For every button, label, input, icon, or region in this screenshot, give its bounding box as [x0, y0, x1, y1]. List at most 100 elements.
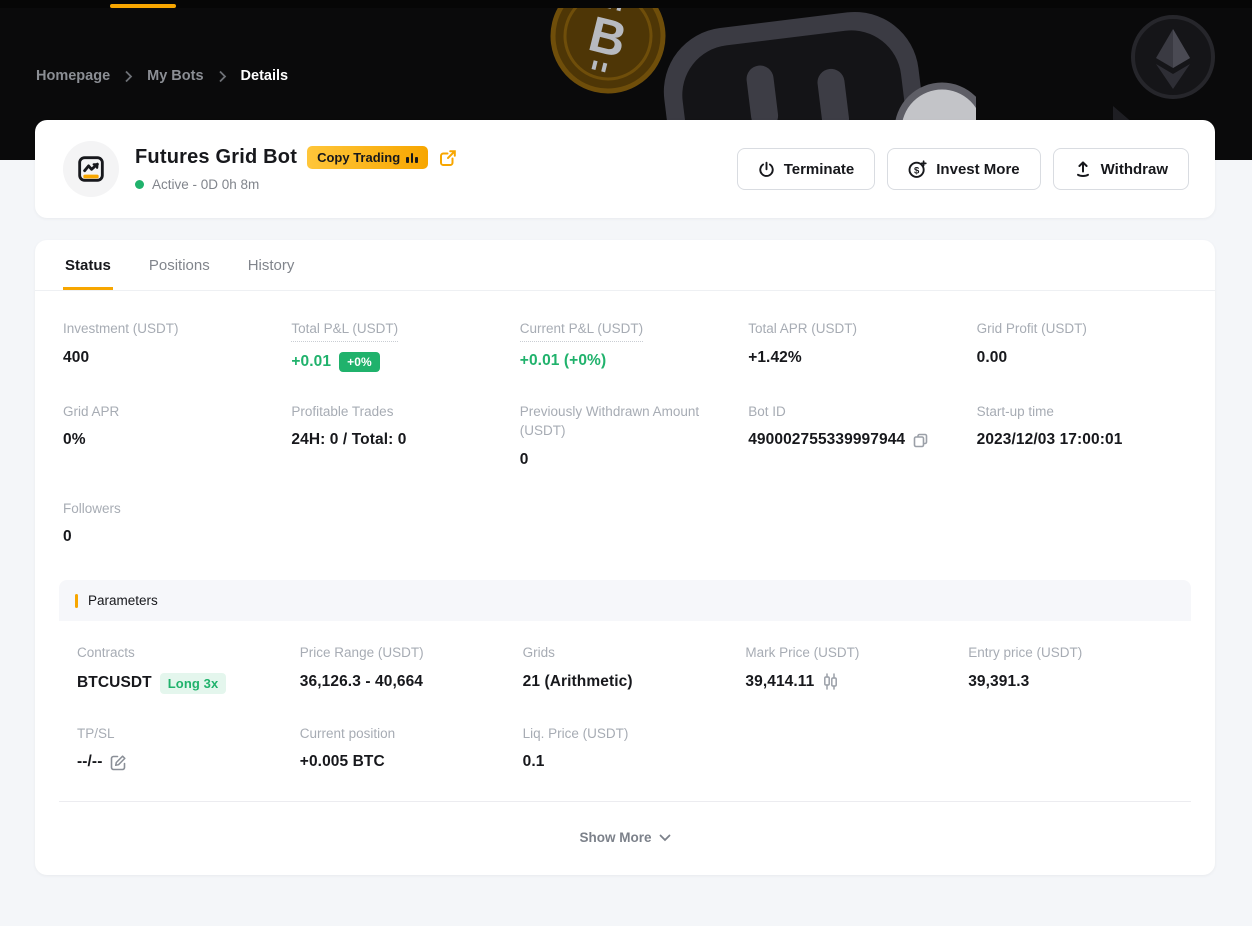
param-value: --/-- — [77, 753, 102, 771]
pnl-percent-badge: +0% — [339, 352, 380, 372]
stat-value: 0 — [520, 451, 730, 469]
copy-icon[interactable] — [913, 433, 928, 448]
parameters-grid: Contracts BTCUSDT Long 3x Price Range (U… — [59, 621, 1191, 802]
withdraw-button-label: Withdraw — [1101, 161, 1168, 178]
stat-grid-profit: Grid Profit (USDT) 0.00 — [977, 319, 1187, 372]
param-label: Price Range (USDT) — [300, 645, 424, 660]
stat-value: 24H: 0 / Total: 0 — [291, 431, 501, 449]
breadcrumb-details: Details — [241, 68, 289, 84]
stat-label: Profitable Trades — [291, 404, 393, 419]
detail-tabs: Status Positions History — [35, 240, 1215, 291]
param-mark-price: Mark Price (USDT) 39,414.11 — [745, 643, 950, 694]
invest-more-button[interactable]: $ Invest More — [887, 148, 1040, 190]
candlestick-chart-icon[interactable] — [822, 673, 839, 690]
param-price-range: Price Range (USDT) 36,126.3 - 40,664 — [300, 643, 505, 694]
param-entry-price: Entry price (USDT) 39,391.3 — [968, 643, 1173, 694]
param-value: 36,126.3 - 40,664 — [300, 673, 505, 691]
bot-status-text: Active - 0D 0h 8m — [152, 177, 259, 192]
stat-profitable-trades: Profitable Trades 24H: 0 / Total: 0 — [291, 402, 501, 469]
param-liq-price: Liq. Price (USDT) 0.1 — [523, 724, 728, 772]
stat-value: 0.00 — [977, 349, 1187, 367]
param-label: Grids — [523, 645, 555, 660]
param-value: +0.005 BTC — [300, 753, 505, 771]
invest-more-button-label: Invest More — [936, 161, 1019, 178]
stat-label: Grid APR — [63, 404, 119, 419]
bot-header-card: Futures Grid Bot Copy Trading Active - 0… — [35, 120, 1215, 218]
stat-total-pnl: Total P&L (USDT) +0.01 +0% — [291, 319, 501, 372]
breadcrumb-separator-icon — [124, 70, 133, 83]
top-nav-strip — [0, 0, 1252, 8]
show-more-button[interactable]: Show More — [35, 830, 1215, 845]
stat-total-apr: Total APR (USDT) +1.42% — [748, 319, 958, 372]
param-current-position: Current position +0.005 BTC — [300, 724, 505, 772]
stat-label-tooltip[interactable]: Current P&L (USDT) — [520, 319, 643, 342]
stat-label: Bot ID — [748, 404, 786, 419]
stat-investment: Investment (USDT) 400 — [63, 319, 273, 372]
stat-value: +1.42% — [748, 349, 958, 367]
chevron-down-icon — [659, 834, 671, 842]
param-label: TP/SL — [77, 726, 115, 741]
copy-trading-badge[interactable]: Copy Trading — [307, 146, 428, 169]
show-more-label: Show More — [579, 830, 651, 845]
param-value: 39,391.3 — [968, 673, 1173, 691]
param-label: Current position — [300, 726, 395, 741]
breadcrumb: Homepage My Bots Details — [36, 68, 288, 84]
parameters-title: Parameters — [88, 593, 158, 608]
bot-detail-card: Status Positions History Investment (USD… — [35, 240, 1215, 875]
stat-startup-time: Start-up time 2023/12/03 17:00:01 — [977, 402, 1187, 469]
stat-value: 400 — [63, 349, 273, 367]
leaderboard-bars-icon — [406, 153, 418, 163]
parameters-section: Parameters Contracts BTCUSDT Long 3x Pri… — [59, 580, 1191, 802]
active-status-dot — [135, 180, 144, 189]
stat-value: 490002755339997944 — [748, 431, 905, 449]
param-value: 0.1 — [523, 753, 728, 771]
param-label: Contracts — [77, 645, 135, 660]
stat-value: 2023/12/03 17:00:01 — [977, 431, 1187, 449]
stat-current-pnl: Current P&L (USDT) +0.01 (+0%) — [520, 319, 730, 372]
param-value: BTCUSDT — [77, 674, 152, 692]
stat-label: Investment (USDT) — [63, 321, 179, 336]
stat-bot-id: Bot ID 490002755339997944 — [748, 402, 958, 469]
bot-avatar — [63, 141, 119, 197]
tab-positions[interactable]: Positions — [147, 240, 212, 290]
param-contracts: Contracts BTCUSDT Long 3x — [77, 643, 282, 694]
stat-label-tooltip[interactable]: Total P&L (USDT) — [291, 319, 398, 342]
bot-title: Futures Grid Bot — [135, 146, 297, 169]
tab-history[interactable]: History — [246, 240, 297, 290]
grid-bot-icon — [74, 152, 108, 186]
param-label: Entry price (USDT) — [968, 645, 1082, 660]
param-value: 21 (Arithmetic) — [523, 673, 728, 691]
status-stats-grid: Investment (USDT) 400 Total P&L (USDT) +… — [35, 291, 1215, 546]
stat-label: Followers — [63, 501, 121, 516]
stat-label: Previously Withdrawn Amount (USDT) — [520, 404, 699, 439]
long-leverage-badge: Long 3x — [160, 673, 227, 694]
invest-dollar-icon: $ — [908, 160, 927, 179]
breadcrumb-my-bots[interactable]: My Bots — [147, 68, 203, 84]
stat-value: 0 — [63, 528, 273, 546]
copy-trading-badge-label: Copy Trading — [317, 150, 400, 165]
stat-label: Start-up time — [977, 404, 1054, 419]
withdraw-arrow-icon — [1074, 160, 1092, 178]
external-link-icon[interactable] — [438, 148, 458, 168]
stat-withdrawn-amount: Previously Withdrawn Amount (USDT) 0 — [520, 402, 730, 469]
stat-grid-apr: Grid APR 0% — [63, 402, 273, 469]
svg-text:$: $ — [914, 165, 920, 176]
stat-label: Total APR (USDT) — [748, 321, 857, 336]
ethereum-coin-illustration — [1130, 14, 1216, 100]
edit-icon[interactable] — [110, 754, 127, 771]
terminate-button-label: Terminate — [784, 161, 855, 178]
breadcrumb-separator-icon — [218, 70, 227, 83]
param-value: 39,414.11 — [745, 673, 814, 691]
param-tpsl: TP/SL --/-- — [77, 724, 282, 772]
tab-status[interactable]: Status — [63, 240, 113, 290]
param-label: Mark Price (USDT) — [745, 645, 859, 660]
breadcrumb-homepage[interactable]: Homepage — [36, 68, 110, 84]
stat-label: Grid Profit (USDT) — [977, 321, 1087, 336]
param-grids: Grids 21 (Arithmetic) — [523, 643, 728, 694]
stat-value: +0.01 (+0%) — [520, 352, 730, 370]
stat-value: 0% — [63, 431, 273, 449]
terminate-button[interactable]: Terminate — [737, 148, 876, 190]
stat-value: +0.01 — [291, 353, 331, 371]
withdraw-button[interactable]: Withdraw — [1053, 148, 1189, 190]
param-label: Liq. Price (USDT) — [523, 726, 629, 741]
